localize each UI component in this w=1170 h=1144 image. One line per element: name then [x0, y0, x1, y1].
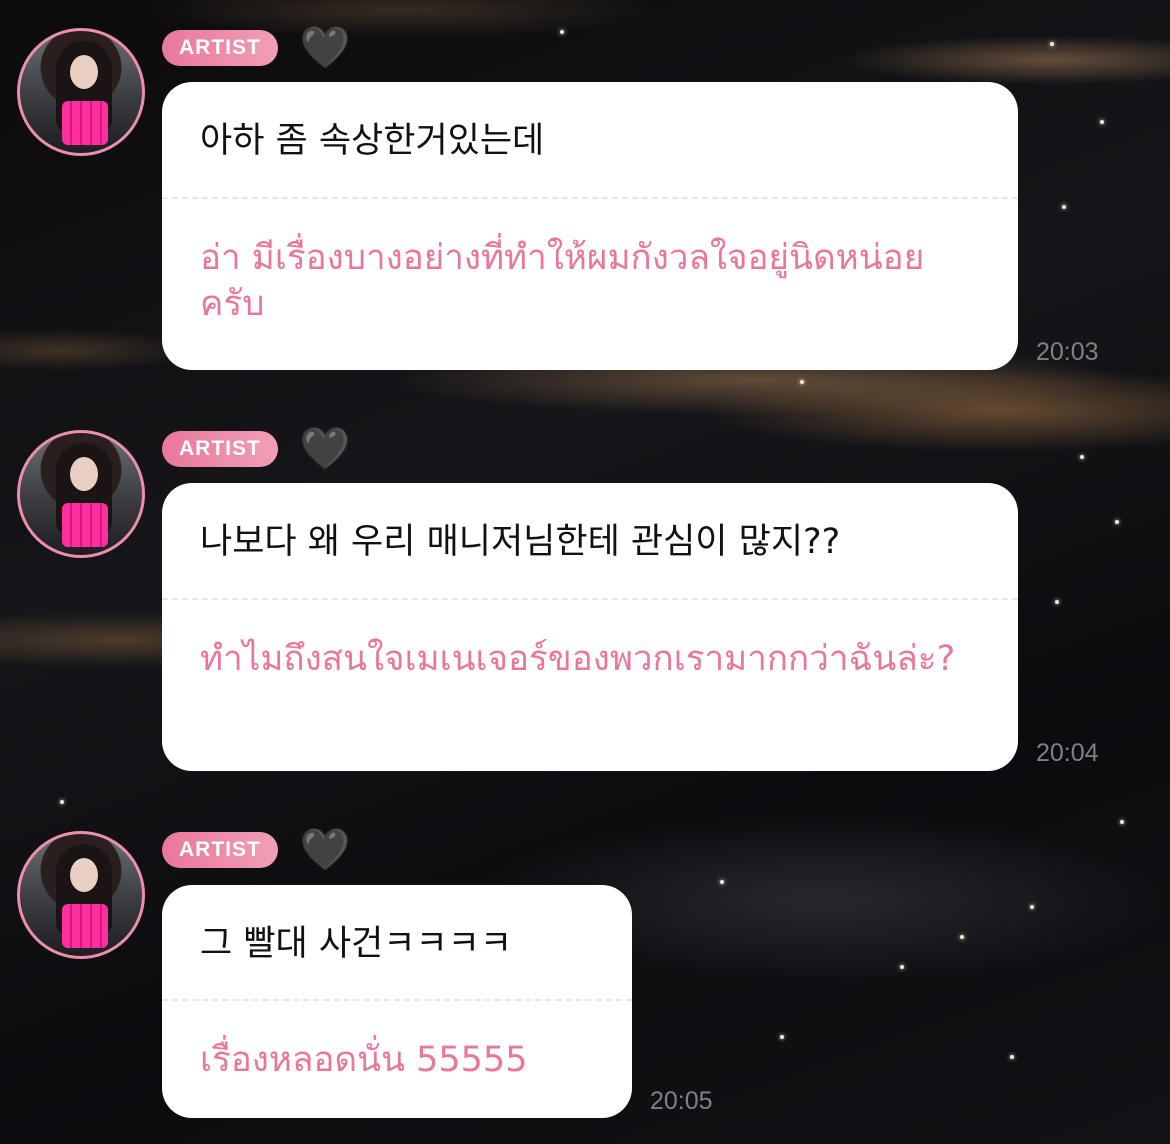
background-sparkle: [1030, 905, 1034, 909]
message-bubble[interactable]: 아하 좀 속상한거있는데 อ่า มีเรื่องบางอย่างที่ทำให…: [162, 82, 1018, 370]
background-sparkle: [1050, 42, 1054, 46]
translation-text: ทำไมถึงสนใจเมเนเจอร์ของพวกเรามากกว่าฉันล…: [200, 639, 956, 679]
background-sparkle: [560, 30, 564, 34]
background-sparkle: [1080, 455, 1084, 459]
black-heart-icon[interactable]: 🖤: [300, 827, 350, 873]
artist-badge: ARTIST: [162, 832, 278, 868]
black-heart-icon[interactable]: 🖤: [300, 25, 350, 71]
background-sparkle: [960, 935, 964, 939]
original-text: 나보다 왜 우리 매니저님한테 관심이 많지??: [200, 522, 841, 562]
background-sparkle: [900, 965, 904, 969]
divider: [162, 999, 632, 1001]
message-bubble[interactable]: 나보다 왜 우리 매니저님한테 관심이 많지?? ทำไมถึงสนใจเมเน…: [162, 483, 1018, 771]
artist-avatar[interactable]: [17, 28, 145, 156]
original-text: 그 빨대 사건ㅋㅋㅋㅋ: [200, 924, 513, 964]
original-text: 아하 좀 속상한거있는데: [200, 121, 545, 161]
divider: [162, 197, 1018, 199]
background-sparkle: [1120, 820, 1124, 824]
background-sparkle: [1055, 600, 1059, 604]
divider: [162, 598, 1018, 600]
background-sparkle: [60, 800, 64, 804]
timestamp: 20:05: [650, 1087, 713, 1115]
background-sparkle: [1062, 205, 1066, 209]
translation-text: เรื่องหลอดนั่น 55555: [200, 1040, 528, 1080]
background-sparkle: [1010, 1055, 1014, 1059]
black-heart-icon[interactable]: 🖤: [300, 426, 350, 472]
artist-badge: ARTIST: [162, 431, 278, 467]
background-sparkle: [1100, 120, 1104, 124]
background-sparkle: [720, 880, 724, 884]
background-sparkle: [800, 380, 804, 384]
translation-text: อ่า มีเรื่องบางอย่างที่ทำให้ผมกังวลใจอยู…: [200, 238, 925, 324]
timestamp: 20:03: [1036, 338, 1099, 366]
message-bubble[interactable]: 그 빨대 사건ㅋㅋㅋㅋ เรื่องหลอดนั่น 55555: [162, 885, 632, 1118]
background-sparkle: [1115, 520, 1119, 524]
artist-badge: ARTIST: [162, 30, 278, 66]
background-sparkle: [780, 1035, 784, 1039]
artist-avatar[interactable]: [17, 831, 145, 959]
artist-avatar[interactable]: [17, 430, 145, 558]
timestamp: 20:04: [1036, 739, 1099, 767]
